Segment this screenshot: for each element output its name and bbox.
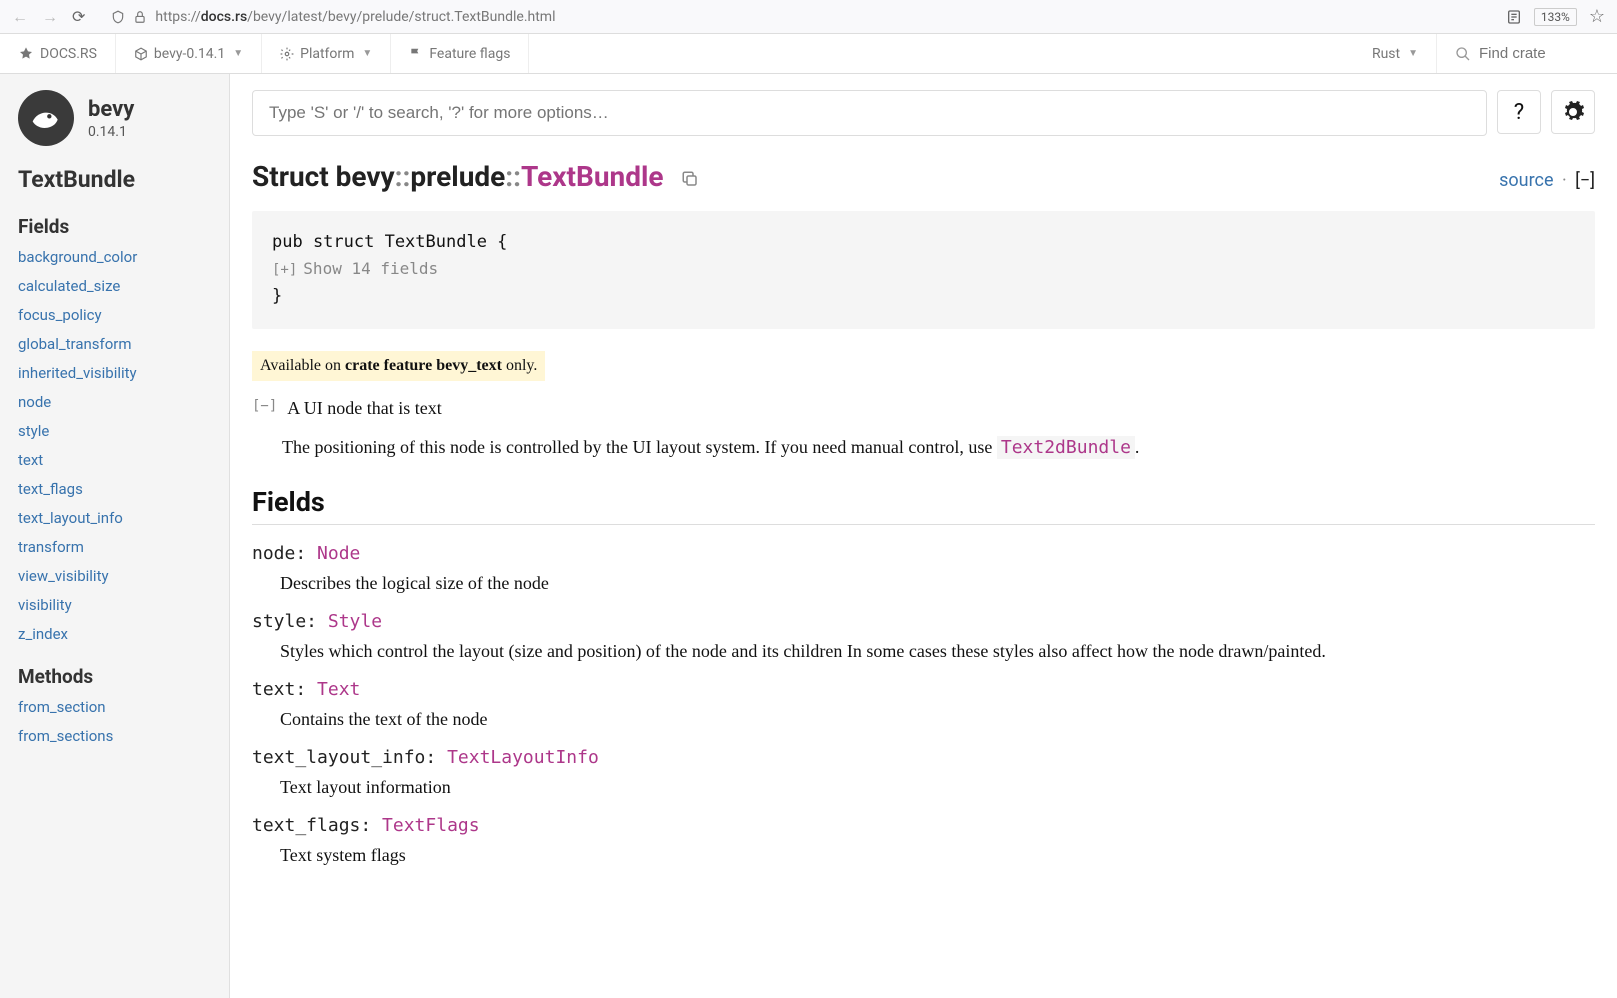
description-detail: The positioning of this node is controll… (282, 434, 1595, 462)
sidebar-field-link[interactable]: text (18, 451, 229, 469)
browser-toolbar: ← → ⟳ https://docs.rs/bevy/latest/bevy/p… (0, 0, 1617, 34)
sidebar-page-title: TextBundle (18, 166, 229, 193)
feature-gate-note: Available on crate feature bevy_text onl… (252, 351, 545, 381)
show-fields-label[interactable]: Show 14 fields (303, 259, 438, 278)
bevy-logo-icon (18, 90, 74, 146)
code-line: pub struct TextBundle { (272, 229, 1575, 256)
fields-section-heading: Fields (252, 486, 1595, 525)
help-button[interactable]: ? (1497, 90, 1541, 134)
field-entry: text_flags: TextFlagsText system flags (252, 815, 1595, 869)
url-bar[interactable]: https://docs.rs/bevy/latest/bevy/prelude… (99, 9, 1491, 25)
type-link[interactable]: TextLayoutInfo (447, 747, 599, 768)
sidebar-field-link[interactable]: visibility (18, 596, 229, 614)
sidebar-fields-heading: Fields (18, 215, 229, 238)
crate-search-input[interactable] (1479, 45, 1599, 62)
type-link[interactable]: TextFlags (382, 815, 480, 836)
crate-label: bevy-0.14.1 (154, 46, 225, 62)
type-link[interactable]: Text (317, 679, 360, 700)
sidebar-field-link[interactable]: z_index (18, 625, 229, 643)
title-right-controls: source · [−] (1499, 170, 1595, 191)
main-content: ? Struct bevy::prelude::TextBundle sourc… (230, 74, 1617, 998)
sidebar-field-link[interactable]: global_transform (18, 335, 229, 353)
sidebar-field-link[interactable]: focus_policy (18, 306, 229, 324)
description-summary: A UI node that is text (287, 395, 441, 423)
chevron-down-icon: ▼ (1408, 48, 1418, 59)
feature-flags-link[interactable]: Feature flags (391, 34, 529, 73)
language-selector[interactable]: Rust ▼ (1354, 34, 1437, 73)
search-icon (1455, 46, 1471, 62)
platform-label: Platform (300, 46, 354, 62)
sidebar-field-link[interactable]: view_visibility (18, 567, 229, 585)
forward-button[interactable]: → (42, 7, 58, 27)
sidebar-field-link[interactable]: style (18, 422, 229, 440)
source-link[interactable]: source (1499, 170, 1553, 191)
chevron-down-icon: ▼ (233, 48, 243, 59)
sidebar-method-link[interactable]: from_sections (18, 727, 229, 745)
lock-icon (133, 10, 147, 24)
zoom-indicator[interactable]: 133% (1534, 8, 1577, 26)
docsrs-toolbar: DOCS.RS bevy-0.14.1 ▼ Platform ▼ Feature… (0, 34, 1617, 74)
sidebar-field-link[interactable]: background_color (18, 248, 229, 266)
back-button[interactable]: ← (12, 7, 28, 27)
description-toggle[interactable]: [−] (252, 398, 277, 423)
field-description: Styles which control the layout (size an… (280, 638, 1595, 665)
field-description: Text layout information (280, 774, 1595, 801)
struct-signature: pub struct TextBundle { [+] Show 14 field… (252, 211, 1595, 329)
lang-label: Rust (1372, 46, 1400, 62)
sidebar-field-link[interactable]: inherited_visibility (18, 364, 229, 382)
crate-search[interactable] (1437, 45, 1617, 62)
crate-header[interactable]: bevy 0.14.1 (18, 90, 229, 146)
path-bevy[interactable]: bevy (336, 160, 395, 193)
gears-icon (280, 47, 294, 61)
sidebar-methods-heading: Methods (18, 665, 229, 688)
sidebar-field-link[interactable]: calculated_size (18, 277, 229, 295)
platform-selector[interactable]: Platform ▼ (262, 34, 391, 73)
settings-button[interactable] (1551, 90, 1595, 134)
gear-icon (1561, 100, 1585, 124)
sidebar-field-link[interactable]: node (18, 393, 229, 411)
flags-label: Feature flags (429, 46, 510, 62)
copy-path-icon[interactable] (681, 170, 699, 188)
shield-icon (111, 10, 125, 24)
collapse-all-toggle[interactable]: [−] (1575, 170, 1595, 191)
url-text: https://docs.rs/bevy/latest/bevy/prelude… (155, 9, 555, 25)
chevron-down-icon: ▼ (362, 48, 372, 59)
crate-name: bevy (88, 97, 134, 122)
sidebar-method-link[interactable]: from_section (18, 698, 229, 716)
reader-icon[interactable] (1506, 9, 1522, 25)
sidebar-field-link[interactable]: text_flags (18, 480, 229, 498)
path-prelude[interactable]: prelude (410, 160, 505, 193)
field-entry: text: TextContains the text of the node (252, 679, 1595, 733)
type-link[interactable]: Style (328, 611, 382, 632)
crate-version: 0.14.1 (88, 124, 134, 140)
search-input[interactable] (252, 90, 1487, 136)
text2dbundle-link[interactable]: Text2dBundle (997, 436, 1135, 459)
crate-selector[interactable]: bevy-0.14.1 ▼ (116, 34, 262, 73)
sidebar: bevy 0.14.1 TextBundle Fields background… (0, 74, 230, 998)
cube-icon (134, 47, 148, 61)
field-description: Contains the text of the node (280, 706, 1595, 733)
flag-icon (409, 47, 423, 61)
docsrs-home[interactable]: DOCS.RS (0, 34, 116, 73)
sidebar-field-link[interactable]: transform (18, 538, 229, 556)
bookmark-star-icon[interactable]: ☆ (1589, 6, 1605, 27)
docsrs-brand-label: DOCS.RS (40, 46, 97, 62)
field-entry: text_layout_info: TextLayoutInfoText lay… (252, 747, 1595, 801)
reload-button[interactable]: ⟳ (72, 7, 85, 26)
docsrs-logo-icon (18, 46, 34, 62)
type-link[interactable]: Node (317, 543, 360, 564)
field-entry: style: StyleStyles which control the lay… (252, 611, 1595, 665)
field-description: Describes the logical size of the node (280, 570, 1595, 597)
field-description: Text system flags (280, 842, 1595, 869)
sidebar-field-link[interactable]: text_layout_info (18, 509, 229, 527)
page-title: Struct bevy::prelude::TextBundle (252, 160, 699, 193)
expand-fields-toggle[interactable]: [+] (272, 262, 297, 278)
code-line: } (272, 283, 1575, 310)
field-entry: node: NodeDescribes the logical size of … (252, 543, 1595, 597)
